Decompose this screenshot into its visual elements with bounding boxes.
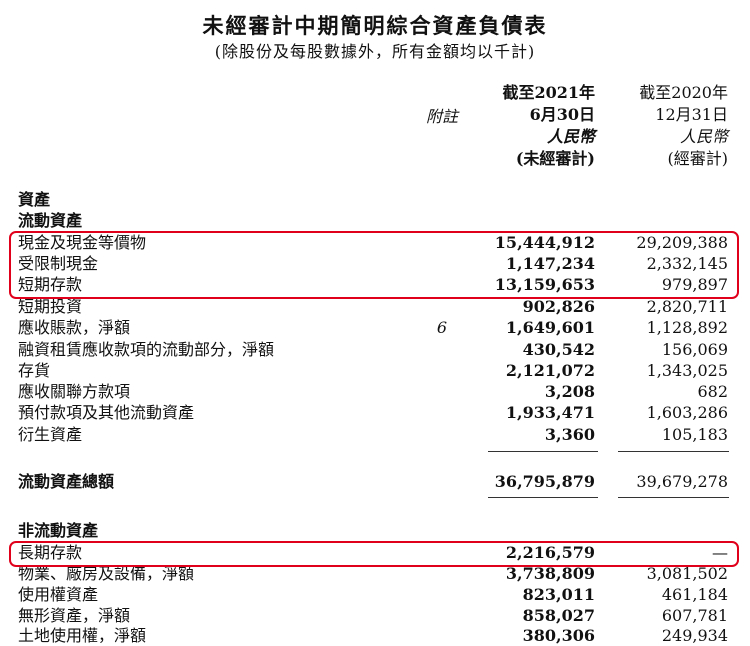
- row-label: 應收賬款，淨額: [18, 318, 131, 337]
- row-value-2020: 2,820,711: [646, 297, 728, 316]
- row-label: 短期投資: [18, 297, 83, 316]
- highlight-box-long-term-deposits: [9, 541, 739, 567]
- table-row: 使用權資產 823,011 461,184: [0, 584, 750, 605]
- table-row: 應收關聯方款項 3,208 682: [0, 381, 750, 402]
- row-label: 土地使用權，淨額: [18, 626, 147, 645]
- col1-currency: 人民幣: [546, 127, 595, 146]
- subtotal-rule: [488, 451, 598, 452]
- table-row: 存貨 2,121,072 1,343,025: [0, 360, 750, 381]
- row-value-2021: 3,360: [544, 425, 595, 444]
- row-value-2020: 1,603,286: [646, 403, 728, 422]
- row-label: 流動資產總額: [18, 472, 115, 491]
- note-column-header: 附註: [425, 107, 458, 126]
- row-value-2020: 156,069: [661, 340, 728, 359]
- table-row: 衍生資產 3,360 105,183: [0, 424, 750, 445]
- row-label: 存貨: [18, 361, 51, 380]
- row-value-2021: 380,306: [522, 626, 595, 645]
- col1-line2: 6月30日: [529, 105, 595, 124]
- row-value-2020: 249,934: [661, 626, 728, 645]
- section-current-assets: 流動資產: [0, 210, 750, 231]
- row-value-2021: 2,121,072: [505, 361, 595, 380]
- row-value-2020: 607,781: [661, 606, 728, 625]
- row-value-2020: 105,183: [661, 425, 728, 444]
- total-rule: [618, 497, 729, 498]
- row-value-2020: 1,128,892: [646, 318, 728, 337]
- row-value-2021: 902,826: [522, 297, 595, 316]
- row-note: 6: [436, 318, 448, 337]
- col2-audit: (經審計): [667, 149, 729, 168]
- row-value-2021: 1,933,471: [505, 403, 595, 422]
- row-label: 應收關聯方款項: [18, 382, 131, 401]
- col1-audit: (未經審計): [515, 149, 595, 168]
- row-value-2021: 3,208: [544, 382, 595, 401]
- section-assets: 資產: [0, 189, 750, 210]
- row-value-2020: 461,184: [661, 585, 728, 604]
- subtotal-rule: [618, 451, 729, 452]
- row-value-2021: 858,027: [522, 606, 595, 625]
- row-label: 無形資產，淨額: [18, 606, 131, 625]
- section-label: 資產: [18, 190, 51, 209]
- row-label: 融資租賃應收款項的流動部分，淨額: [18, 340, 275, 359]
- row-value-2021: 1,649,601: [505, 318, 595, 337]
- section-label: 流動資產: [18, 211, 83, 230]
- section-label: 非流動資產: [18, 521, 99, 540]
- col2-line2: 12月31日: [655, 105, 728, 124]
- report-title: 未經審計中期簡明綜合資產負債表: [202, 13, 548, 38]
- row-label: 衍生資產: [18, 425, 83, 444]
- highlight-box-cash-items: [9, 231, 739, 299]
- table-row: 融資租賃應收款項的流動部分，淨額 430,542 156,069: [0, 339, 750, 360]
- row-value-2020: 1,343,025: [646, 361, 728, 380]
- table-row: 短期投資 902,826 2,820,711: [0, 296, 750, 317]
- col2-currency: 人民幣: [679, 127, 728, 146]
- report-subtitle: (除股份及每股數據外，所有金額均以千計): [214, 42, 536, 61]
- col1-line1: 截至2021年: [502, 83, 595, 102]
- row-value-2020: 39,679,278: [636, 472, 728, 491]
- row-value-2021: 430,542: [522, 340, 595, 359]
- row-value-2021: 36,795,879: [494, 472, 595, 491]
- row-value-2021: 823,011: [522, 585, 595, 604]
- total-rule: [488, 497, 598, 498]
- table-row: 應收賬款，淨額 6 1,649,601 1,128,892: [0, 317, 750, 338]
- column-header-2020: 截至2020年 12月31日 人民幣 (經審計): [598, 82, 728, 170]
- section-non-current-assets: 非流動資產: [0, 520, 750, 541]
- table-row: 無形資產，淨額 858,027 607,781: [0, 605, 750, 626]
- table-row: 土地使用權，淨額 380,306 249,934: [0, 625, 750, 646]
- row-label: 預付款項及其他流動資產: [18, 403, 195, 422]
- table-row: 預付款項及其他流動資產 1,933,471 1,603,286: [0, 402, 750, 423]
- column-header-2021: 截至2021年 6月30日 人民幣 (未經審計): [465, 82, 595, 170]
- row-label: 使用權資產: [18, 585, 99, 604]
- row-value-2020: 682: [697, 382, 728, 401]
- col2-line1: 截至2020年: [639, 83, 728, 102]
- total-current-assets-row: 流動資產總額 36,795,879 39,679,278: [0, 471, 750, 492]
